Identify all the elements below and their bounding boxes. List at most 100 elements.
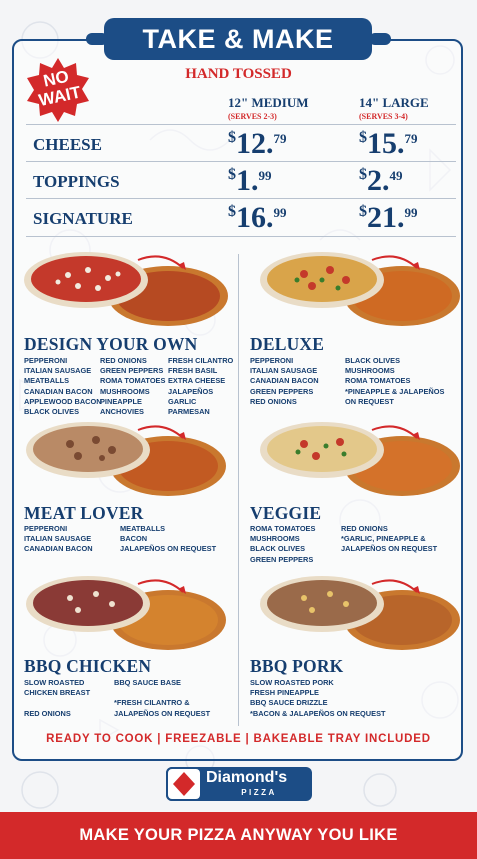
- ingredient-item: BLACK OLIVES: [24, 407, 80, 417]
- ingredient-item: CANADIAN BACON: [24, 544, 93, 554]
- price-medium: $1.99: [228, 164, 272, 197]
- price-large: $15.79: [359, 127, 418, 160]
- ingredient-item: PEPPERONI: [24, 524, 68, 533]
- ingredient-item: PINEAPPLE: [100, 396, 142, 406]
- ingredient-item: JALAPEÑOS ON REQUEST: [114, 708, 211, 718]
- bbq-chicken-title: BBQ CHICKEN: [24, 656, 152, 676]
- design-ingredients-col3: FRESH CILANTRO FRESH BASIL EXTRA CHEESE JAL…: [168, 356, 233, 417]
- ingredient-item: FRESH BASIL: [168, 366, 218, 376]
- ingredient-item: *FRESH CILANTRO &: [114, 698, 190, 708]
- price-row-toppings: TOPPINGS $1.99 $2.49: [26, 161, 456, 197]
- size-medium-name: 12" MEDIUM: [228, 95, 309, 110]
- ingredient-item: [114, 688, 210, 698]
- ingredient-item: CHICKEN BREAST: [24, 688, 91, 698]
- ingredient-item: RED ONIONS: [250, 396, 297, 406]
- size-large-header: 14" LARGE (SERVES 3-4): [359, 95, 429, 121]
- bbq-pork-title: BBQ PORK: [250, 656, 344, 676]
- ingredient-item: RED ONIONS: [341, 524, 388, 533]
- ingredient-item: JALAPEÑOS ON REQUEST: [120, 544, 217, 554]
- ingredient-item: ROMA TOMATOES: [250, 524, 316, 533]
- price-table-bottom-rule: [26, 236, 456, 237]
- ingredient-item: GREEN PEPPERS: [250, 386, 314, 396]
- ingredient-item: RED ONIONS: [100, 356, 147, 365]
- meat-ingredients-col2: MEATBALLS BACON JALAPEÑOS ON REQUEST: [120, 524, 216, 555]
- ingredient-item: MUSHROOMS: [100, 386, 150, 396]
- size-large-serves: (SERVES 3-4): [359, 112, 408, 121]
- ingredient-item: GARLIC: [168, 396, 197, 406]
- veggie-ingredients-col1: ROMA TOMATOES MUSHROOMS BLACK OLIVES GREEN …: [250, 524, 315, 565]
- ingredient-item: MEATBALLS: [24, 376, 70, 386]
- ingredient-item: MEATBALLS: [120, 524, 166, 533]
- ingredient-item: GREEN PEPPERS: [250, 554, 314, 564]
- ingredient-item: JALAPEÑOS: [168, 386, 214, 396]
- price-large: $2.49: [359, 164, 403, 197]
- ingredient-item: BACON: [120, 534, 148, 544]
- ingredient-item: ROMA TOMATOES: [100, 376, 166, 386]
- price-row-cheese: CHEESE $12.79 $15.79: [26, 124, 456, 160]
- ingredient-item: ITALIAN SAUSAGE: [250, 366, 318, 376]
- ingredient-item: MUSHROOMS: [250, 534, 300, 544]
- ingredient-item: EXTRA CHEESE: [168, 376, 226, 386]
- size-medium-header: 12" MEDIUM (SERVES 2-3): [228, 95, 309, 121]
- ingredient-item: JALAPEÑOS ON REQUEST: [341, 544, 438, 554]
- column-divider: [238, 254, 239, 726]
- veggie-pizza-image: [260, 422, 460, 496]
- ingredient-item: *GARLIC, PINEAPPLE &: [341, 534, 426, 544]
- footer-slogan: MAKE YOUR PIZZA ANYWAY YOU LIKE: [0, 812, 477, 859]
- deluxe-ingredients-col2: BLACK OLIVES MUSHROOMS ROMA TOMATOES *PINEA…: [345, 356, 444, 407]
- ingredient-item: *PINEAPPLE & JALAPEÑOS: [345, 386, 445, 396]
- meat-lover-title: MEAT LOVER: [24, 503, 144, 523]
- ingredient-item: CANADIAN BACON: [24, 386, 93, 396]
- ingredient-item: BBQ SAUCE BASE: [114, 678, 181, 687]
- size-large-name: 14" LARGE: [359, 95, 429, 110]
- design-ingredients-col1: PEPPERONI ITALIAN SAUSAGE MEATBALLS CANADIA…: [24, 356, 102, 417]
- price-label: CHEESE: [33, 135, 102, 154]
- features-tagline: READY TO COOK | FREEZABLE | BAKEABLE TRA…: [46, 733, 431, 745]
- ingredient-item: CANADIAN BACON: [250, 376, 319, 386]
- deluxe-pizza-image: [260, 252, 460, 326]
- bbq-chicken-ingredients-col1: SLOW ROASTED CHICKEN BREAST RED ONIONS: [24, 678, 90, 719]
- deluxe-title: DELUXE: [250, 334, 325, 354]
- bbq-pork-ingredients-col1: SLOW ROASTED PORK FRESH PINEAPPLE BBQ SAUC…: [250, 678, 386, 719]
- ingredient-item: SLOW ROASTED: [24, 678, 85, 687]
- ingredient-item: PEPPERONI: [24, 356, 68, 365]
- brand-name: Diamond's: [206, 769, 288, 786]
- price-medium: $16.99: [228, 201, 287, 234]
- crust-subtitle: HAND TOSSED: [185, 66, 292, 82]
- ingredient-item: ITALIAN SAUSAGE: [24, 366, 92, 376]
- ingredient-item: FRESH PINEAPPLE: [250, 688, 319, 698]
- ingredient-item: BLACK OLIVES: [250, 544, 306, 554]
- price-row-signature: SIGNATURE $16.99 $21.99: [26, 198, 456, 234]
- ingredient-item: ROMA TOMATOES: [345, 376, 411, 386]
- price-large: $21.99: [359, 201, 418, 234]
- price-medium: $12.79: [228, 127, 287, 160]
- brand-logo[interactable]: Diamond's PIZZA: [166, 767, 312, 801]
- ingredient-item: APPLEWOOD BACON: [24, 396, 102, 406]
- design-ingredients-col2: RED ONIONS GREEN PEPPERS ROMA TOMATOES MUSH…: [100, 356, 165, 417]
- ingredient-item: BBQ SAUCE DRIZZLE: [250, 698, 328, 708]
- meat-lover-pizza-image: [26, 422, 226, 496]
- ingredient-item: [24, 698, 90, 708]
- ingredient-item: GREEN PEPPERS: [100, 366, 164, 376]
- ingredient-item: FRESH CILANTRO: [168, 356, 234, 365]
- ingredient-item: PARMESAN: [168, 407, 210, 417]
- deluxe-ingredients-col1: PEPPERONI ITALIAN SAUSAGE CANADIAN BACON GR…: [250, 356, 319, 407]
- header-pin-right: [369, 33, 391, 45]
- price-label: TOPPINGS: [33, 172, 120, 191]
- ingredient-item: MUSHROOMS: [345, 366, 395, 376]
- price-label: SIGNATURE: [33, 209, 133, 228]
- ingredient-item: BLACK OLIVES: [345, 356, 401, 365]
- bbq-chicken-ingredients-col2: BBQ SAUCE BASE *FRESH CILANTRO & JALAPEÑO…: [114, 678, 210, 719]
- ingredient-item: SLOW ROASTED PORK: [250, 678, 334, 687]
- ingredient-item: PEPPERONI: [250, 356, 294, 365]
- ingredient-item: ON REQUEST: [345, 396, 394, 406]
- design-your-own-pizza-image: [24, 252, 228, 326]
- veggie-title: VEGGIE: [250, 503, 322, 523]
- brand-sub: PIZZA: [241, 788, 277, 797]
- bbq-chicken-pizza-image: [26, 576, 226, 650]
- bbq-pork-pizza-image: [260, 576, 460, 650]
- ingredient-item: ANCHOVIES: [100, 407, 144, 417]
- meat-ingredients-col1: PEPPERONI ITALIAN SAUSAGE CANADIAN BACON: [24, 524, 93, 555]
- ingredient-item: *BACON & JALAPEÑOS ON REQUEST: [250, 708, 386, 718]
- diamond-card-icon: [166, 767, 202, 801]
